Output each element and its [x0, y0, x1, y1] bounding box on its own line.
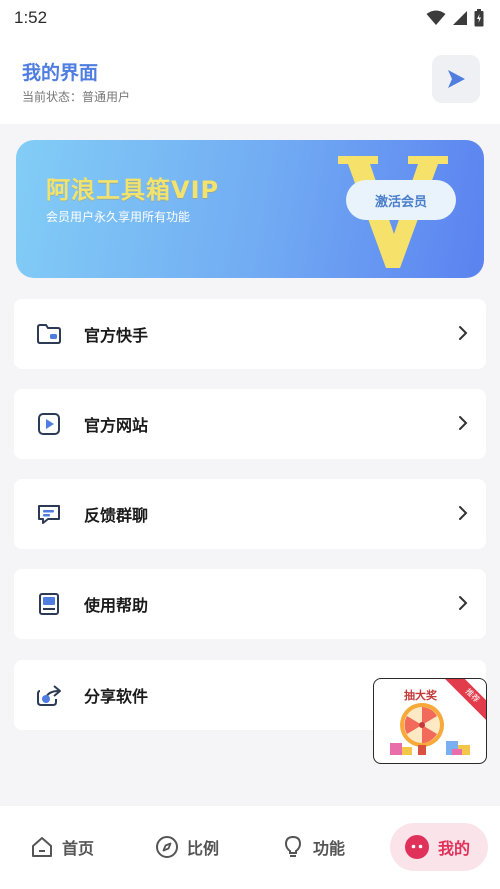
- nav-ratio-label: 比例: [187, 839, 220, 858]
- header: 我的界面 当前状态：普通用户: [0, 36, 500, 124]
- menu-item-feedback[interactable]: 反馈群聊: [14, 479, 486, 549]
- menu-item-help[interactable]: 使用帮助: [14, 569, 486, 639]
- bottom-nav: 首页 比例 功能 我的: [0, 806, 500, 889]
- prize-draw-widget[interactable]: 推荐 抽大奖: [373, 678, 487, 764]
- play-icon: [448, 70, 465, 88]
- nav-features[interactable]: 功能: [281, 823, 345, 871]
- prize-wheel-icon: [390, 703, 470, 755]
- folder-icon: [36, 321, 62, 347]
- signal-icon: [453, 11, 467, 25]
- home-indicator: [0, 883, 500, 889]
- menu-item-label: 官方快手: [84, 326, 149, 345]
- menu-item-label: 使用帮助: [84, 596, 149, 615]
- nav-home-label: 首页: [62, 839, 95, 858]
- home-icon: [32, 837, 52, 857]
- nav-home[interactable]: 首页: [30, 823, 94, 871]
- chevron-right-icon: [459, 326, 468, 340]
- vip-title: 阿浪工具箱VIP: [46, 176, 220, 204]
- compass-icon: [156, 836, 178, 858]
- page-title: 我的界面: [22, 62, 99, 84]
- menu-item-label: 分享软件: [84, 687, 149, 706]
- battery-icon: [474, 9, 484, 27]
- chevron-right-icon: [459, 596, 468, 610]
- wifi-icon: [426, 10, 446, 25]
- menu-item-label: 反馈群聊: [84, 506, 149, 525]
- status-time: 1:52: [14, 8, 48, 27]
- status-bar: 1:52: [0, 0, 500, 36]
- menu-item-label: 官方网站: [84, 416, 149, 435]
- activate-vip-button[interactable]: 激活会员: [346, 180, 456, 220]
- nav-ratio[interactable]: 比例: [155, 823, 219, 871]
- menu-item-kuaishou[interactable]: 官方快手: [14, 299, 486, 369]
- book-icon: [36, 591, 62, 617]
- nav-mine-label: 我的: [438, 839, 471, 858]
- profile-icon: [405, 835, 429, 859]
- play-button[interactable]: [432, 55, 480, 103]
- bulb-icon: [284, 835, 302, 857]
- chat-icon: [36, 501, 62, 527]
- status-icons: [426, 9, 484, 27]
- nav-features-label: 功能: [313, 839, 346, 858]
- vip-subtitle: 会员用户永久享用所有功能: [46, 210, 191, 224]
- nav-mine[interactable]: 我的: [390, 823, 489, 871]
- share-icon: [36, 682, 62, 708]
- chevron-right-icon: [459, 416, 468, 430]
- menu-item-website[interactable]: 官方网站: [14, 389, 486, 459]
- vip-banner[interactable]: 阿浪工具箱VIP 会员用户永久享用所有功能 激活会员: [16, 140, 484, 278]
- play-box-icon: [36, 411, 62, 437]
- chevron-right-icon: [459, 506, 468, 520]
- user-status-text: 当前状态：普通用户: [22, 90, 131, 104]
